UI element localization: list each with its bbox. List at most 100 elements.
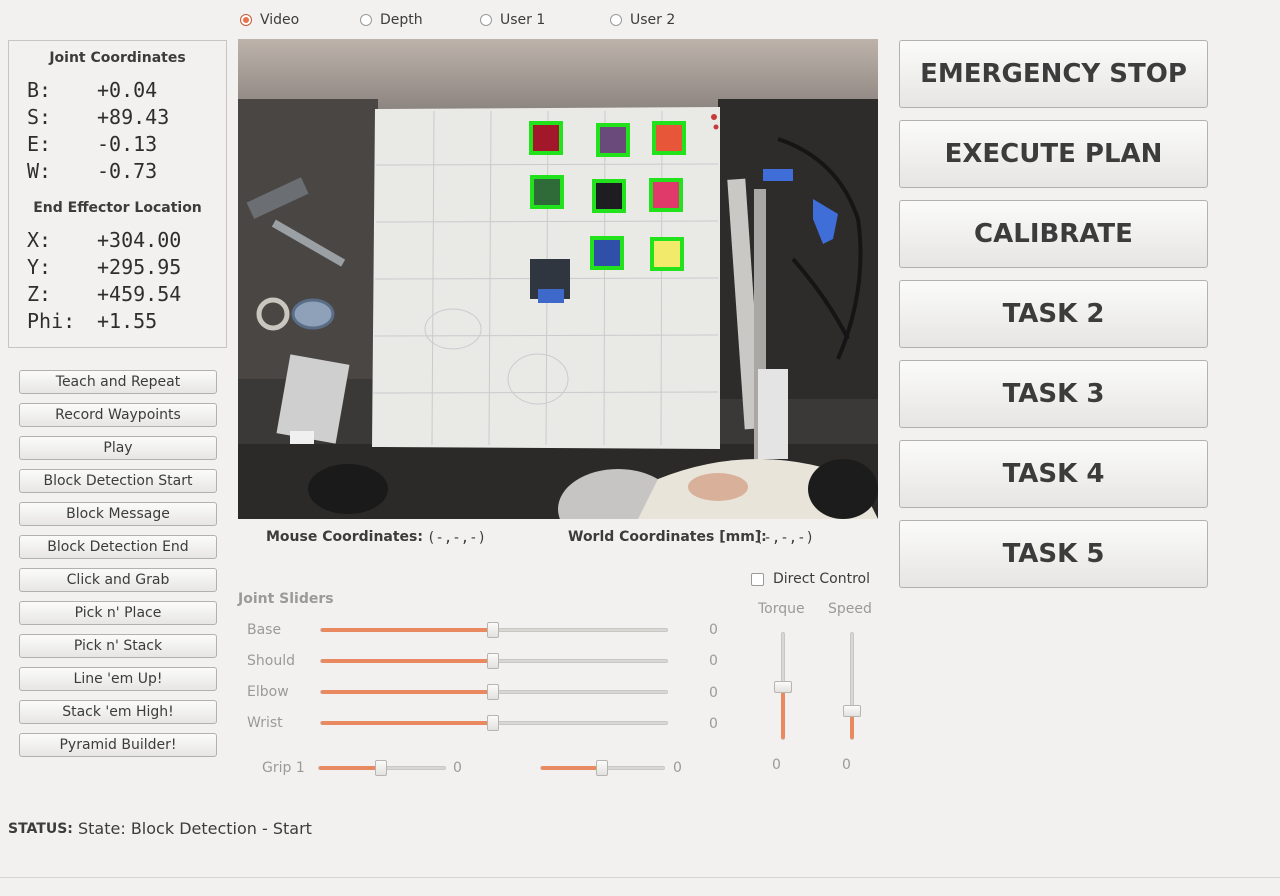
emergency-stop-button[interactable]: EMERGENCY STOP [899, 40, 1208, 108]
grip-2-slider-handle[interactable] [596, 760, 608, 776]
ee-value: +304.00 [97, 228, 182, 252]
speed-slider-handle[interactable] [843, 705, 861, 717]
base-slider-handle[interactable] [487, 622, 499, 638]
radio-video[interactable]: Video [240, 10, 299, 30]
joint-value: -0.73 [97, 159, 158, 183]
joint-row-s: S: +89.43 [27, 105, 169, 129]
ee-row-x: X: +304.00 [27, 228, 181, 252]
radio-dot [480, 14, 492, 26]
block-message-button[interactable]: Block Message [19, 502, 217, 526]
elbow-slider-handle[interactable] [487, 684, 499, 700]
slider-value-grip-2: 0 [673, 760, 682, 776]
pick-n-stack-button[interactable]: Pick n' Stack [19, 634, 217, 658]
ee-label: Phi: [27, 309, 76, 333]
slider-label-grip-1: Grip 1 [262, 760, 305, 776]
grip-1-slider-handle[interactable] [375, 760, 387, 776]
slider-label-wrist: Wrist [247, 715, 283, 731]
slider-fill [781, 686, 785, 739]
radio-dot [610, 14, 622, 26]
pyramid-builder-button[interactable]: Pyramid Builder! [19, 733, 217, 757]
mouse-coordinates-value: (-,-,-) [427, 530, 487, 546]
joint-row-e: E: -0.13 [27, 132, 157, 156]
radio-dot [240, 14, 252, 26]
ee-row-phi: Phi: +1.55 [27, 309, 157, 333]
click-and-grab-button[interactable]: Click and Grab [19, 568, 217, 592]
bottom-status-bar [0, 877, 1280, 896]
camera-feed[interactable] [238, 39, 878, 519]
line-em-up-button[interactable]: Line 'em Up! [19, 667, 217, 691]
torque-slider-handle[interactable] [774, 681, 792, 693]
slider-fill [321, 628, 494, 632]
slider-label-base: Base [247, 622, 282, 638]
slider-label-elbow: Elbow [247, 684, 289, 700]
stack-em-high-button[interactable]: Stack 'em High! [19, 700, 217, 724]
checkbox-box [751, 572, 764, 586]
ee-value: +1.55 [97, 309, 158, 333]
ee-label: X: [27, 228, 52, 252]
world-coordinates-label: World Coordinates [mm]: [568, 529, 767, 545]
direct-control-label: Direct Control [773, 571, 870, 587]
ee-row-z: Z: +459.54 [27, 282, 181, 306]
joint-value: -0.13 [97, 132, 158, 156]
direct-control-checkbox[interactable]: Direct Control [751, 571, 870, 587]
slider-value-elbow: 0 [709, 685, 718, 701]
task-2-button[interactable]: TASK 2 [899, 280, 1208, 348]
speed-label: Speed [828, 601, 872, 617]
joint-label: B: [27, 78, 52, 102]
radio-user-2[interactable]: User 2 [610, 10, 675, 30]
camera-image [238, 39, 878, 519]
joint-value: +89.43 [97, 105, 170, 129]
radio-label: User 1 [500, 12, 546, 28]
pick-n-place-button[interactable]: Pick n' Place [19, 601, 217, 625]
slider-fill [541, 766, 602, 770]
radio-label: User 2 [630, 12, 676, 28]
block-detection-end-button[interactable]: Block Detection End [19, 535, 217, 559]
record-waypoints-button[interactable]: Record Waypoints [19, 403, 217, 427]
radio-label: Depth [380, 12, 423, 28]
status-text: State: Block Detection - Start [78, 819, 312, 838]
speed-slider[interactable] [850, 632, 854, 740]
slider-value-base: 0 [709, 622, 718, 638]
slider-value-wrist: 0 [709, 716, 718, 732]
status-label: STATUS: [8, 821, 73, 837]
calibrate-button[interactable]: CALIBRATE [899, 200, 1208, 268]
play-button[interactable]: Play [19, 436, 217, 460]
mouse-coordinates-label: Mouse Coordinates: [266, 529, 423, 545]
task-4-button[interactable]: TASK 4 [899, 440, 1208, 508]
radio-label: Video [260, 12, 300, 28]
coordinates-panel: Joint Coordinates B: +0.04 S: +89.43 E: -0.… [8, 40, 227, 348]
ee-row-y: Y: +295.95 [27, 255, 181, 279]
radio-depth[interactable]: Depth [360, 10, 423, 30]
joint-label: E: [27, 132, 52, 156]
joint-row-b: B: +0.04 [27, 78, 157, 102]
shoulder-slider-handle[interactable] [487, 653, 499, 669]
wrist-slider-handle[interactable] [487, 715, 499, 731]
joint-label: W: [27, 159, 52, 183]
torque-label: Torque [758, 601, 805, 617]
task-5-button[interactable]: TASK 5 [899, 520, 1208, 588]
joint-label: S: [27, 105, 52, 129]
ee-value: +295.95 [97, 255, 182, 279]
joint-row-w: W: -0.73 [27, 159, 157, 183]
joint-value: +0.04 [97, 78, 158, 102]
world-coordinates-value: (-,-,-) [755, 530, 815, 546]
joint-sliders-title: Joint Sliders [238, 591, 334, 607]
slider-value-shoulder: 0 [709, 653, 718, 669]
ee-label: Y: [27, 255, 52, 279]
teach-and-repeat-button[interactable]: Teach and Repeat [19, 370, 217, 394]
radio-user-1[interactable]: User 1 [480, 10, 545, 30]
slider-fill [319, 766, 381, 770]
joint-coordinates-title: Joint Coordinates [49, 50, 186, 66]
slider-label-shoulder: Should [247, 653, 295, 669]
slider-fill [321, 721, 494, 725]
radio-dot [360, 14, 372, 26]
ee-label: Z: [27, 282, 52, 306]
task-3-button[interactable]: TASK 3 [899, 360, 1208, 428]
speed-value: 0 [842, 757, 851, 773]
execute-plan-button[interactable]: EXECUTE PLAN [899, 120, 1208, 188]
block-detection-start-button[interactable]: Block Detection Start [19, 469, 217, 493]
torque-value: 0 [772, 757, 781, 773]
slider-value-grip-1: 0 [453, 760, 462, 776]
ee-value: +459.54 [97, 282, 182, 306]
slider-fill [321, 690, 494, 694]
